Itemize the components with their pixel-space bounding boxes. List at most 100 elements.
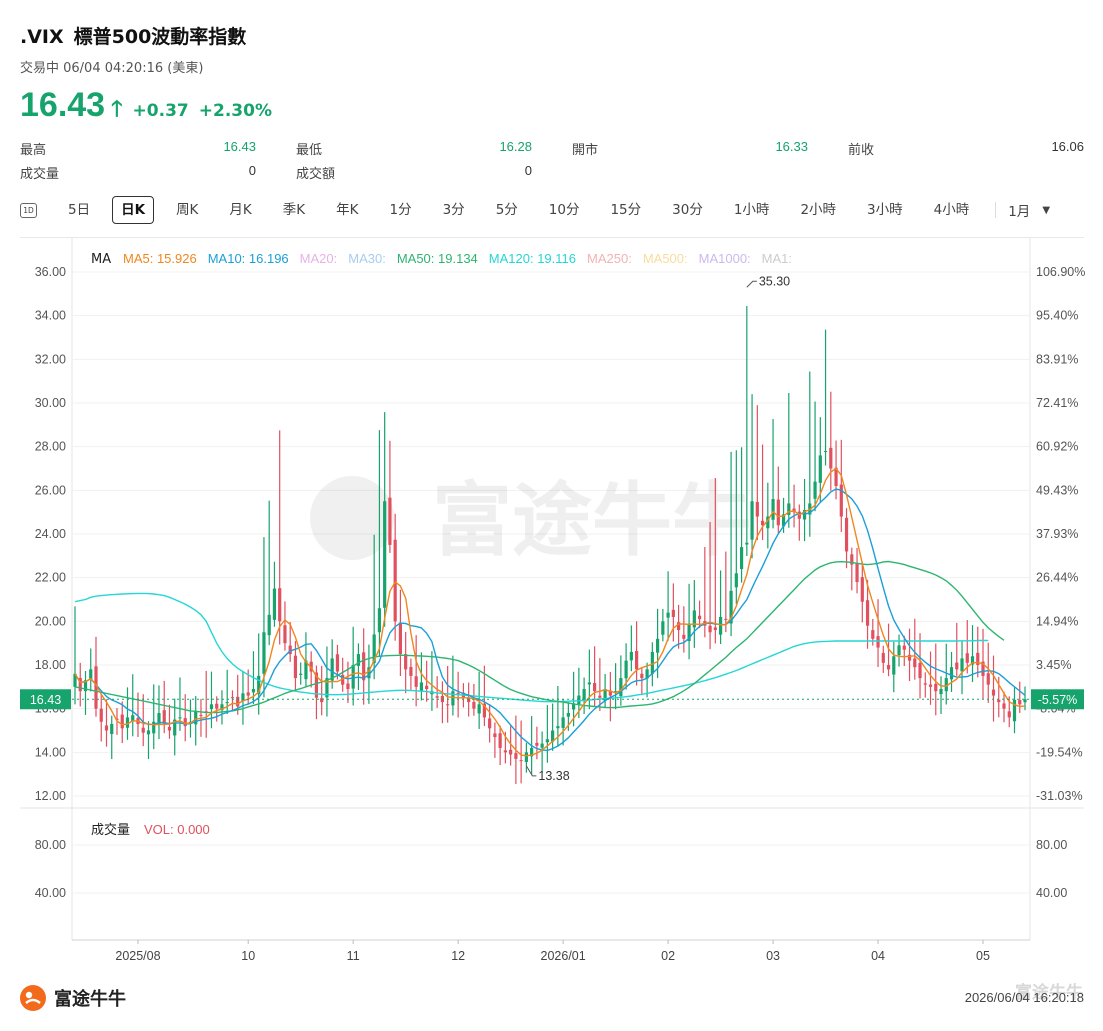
ma-legend-item: MA1: xyxy=(762,251,792,266)
candle-body xyxy=(855,563,859,583)
candle-body xyxy=(346,683,350,690)
y-tick-label: 26.00 xyxy=(35,483,66,497)
candle-body xyxy=(624,660,628,679)
candle-body xyxy=(918,663,922,679)
candle-body xyxy=(246,692,250,696)
volume-right-tick-label: 40.00 xyxy=(1036,886,1067,900)
candle-body xyxy=(110,723,114,735)
candle-body xyxy=(928,684,933,687)
candle-body xyxy=(299,673,303,675)
candle-body xyxy=(750,501,754,540)
candle-body xyxy=(509,749,513,755)
candle-body xyxy=(566,713,570,717)
candle-body xyxy=(776,499,780,526)
candle-body xyxy=(1002,703,1006,709)
chart-watermark: 富途牛牛 xyxy=(310,474,752,567)
candle-body xyxy=(183,718,187,727)
candle-body xyxy=(902,645,906,650)
y-tick-label: 18.00 xyxy=(35,658,66,672)
candle-body xyxy=(141,727,145,733)
candle-body xyxy=(477,704,481,714)
candle-body xyxy=(718,616,723,635)
candle-body xyxy=(388,497,392,545)
y-right-tick-label: 106.90% xyxy=(1036,265,1085,279)
candle-body xyxy=(593,683,597,692)
x-tick-label: 02 xyxy=(661,949,675,963)
candle-body xyxy=(262,632,266,674)
candle-body xyxy=(267,614,271,636)
candle-body xyxy=(535,742,539,746)
candle-body xyxy=(661,621,665,635)
y-right-tick-label: 95.40% xyxy=(1036,309,1078,323)
ma-legend-item: MA1000: xyxy=(699,251,751,266)
ma-legend-item: MA250: xyxy=(587,251,632,266)
candle-body xyxy=(965,653,969,663)
candle-body xyxy=(425,685,429,690)
candle-body xyxy=(272,588,277,620)
candle-body xyxy=(540,743,544,748)
candle-body xyxy=(209,704,214,710)
candle-body xyxy=(99,708,103,722)
candle-body xyxy=(572,704,576,710)
annotation-leader xyxy=(746,280,757,288)
candle-body xyxy=(120,714,124,729)
ma-legend-item: MA30: xyxy=(348,251,386,266)
candle-body xyxy=(225,702,229,704)
candle-body xyxy=(671,609,675,617)
footer-timestamp: 2026/06/04 16:20:18 xyxy=(964,990,1084,1005)
candle-body xyxy=(335,654,340,672)
candle-body xyxy=(666,612,670,618)
candle-body xyxy=(493,733,497,738)
annotation-label: 35.30 xyxy=(759,274,790,288)
y-tick-label: 12.00 xyxy=(35,789,66,803)
candle-body xyxy=(865,600,870,626)
ma-legend-item: MA10: 16.196 xyxy=(208,251,289,266)
watermark-text: 富途牛牛 xyxy=(432,474,752,567)
candle-body xyxy=(844,517,849,552)
candle-body xyxy=(377,608,382,633)
candle-body xyxy=(1007,711,1011,718)
candle-body xyxy=(923,683,927,685)
candle-body xyxy=(362,652,366,681)
current-price-label: 16.43 xyxy=(30,693,61,707)
candle-body xyxy=(104,725,109,731)
current-pct-label: -5.57% xyxy=(1038,693,1078,707)
y-right-tick-label: 37.93% xyxy=(1036,527,1078,541)
candle-body xyxy=(582,689,586,701)
candle-body xyxy=(818,455,822,483)
kline-chart[interactable]: 36.00 106.90% 34.00 95.40% 32.00 83.91% 30.00 7… xyxy=(0,0,1103,1031)
y-tick-label: 34.00 xyxy=(35,309,66,323)
candle-body xyxy=(619,678,623,697)
candle-body xyxy=(655,638,660,653)
bull-logo-icon xyxy=(20,985,46,1011)
brand-name: 富途牛牛 xyxy=(54,989,126,1010)
candle-body xyxy=(986,673,990,685)
candle-body xyxy=(435,696,439,698)
ma-legend-item: MA120: 19.116 xyxy=(489,251,576,266)
ma-legend-item: MA5: 15.926 xyxy=(123,251,197,266)
y-tick-label: 32.00 xyxy=(35,352,66,366)
candle-body xyxy=(131,715,135,721)
y-right-tick-label: 72.41% xyxy=(1036,396,1078,410)
candle-body xyxy=(860,577,864,602)
y-tick-label: 14.00 xyxy=(35,745,66,759)
candle-body xyxy=(755,501,759,517)
candle-body xyxy=(997,699,1001,703)
candle-body xyxy=(1012,699,1017,722)
y-right-tick-label: 14.94% xyxy=(1036,614,1078,628)
ma-legend-title: MA xyxy=(91,252,111,267)
candle-body xyxy=(713,627,717,631)
candle-body xyxy=(167,726,172,731)
candle-body xyxy=(991,689,996,696)
candle-body xyxy=(734,573,738,588)
x-tick-label: 2026/01 xyxy=(541,949,586,963)
candle-body xyxy=(503,750,507,753)
candle-body xyxy=(587,682,591,685)
candle-body xyxy=(829,447,833,469)
watermark-logo-icon xyxy=(310,476,394,560)
y-right-tick-label: 83.91% xyxy=(1036,352,1078,366)
x-tick-label: 03 xyxy=(766,949,780,963)
candle-body xyxy=(955,662,959,670)
candle-body xyxy=(823,451,828,453)
candle-body xyxy=(514,753,518,759)
